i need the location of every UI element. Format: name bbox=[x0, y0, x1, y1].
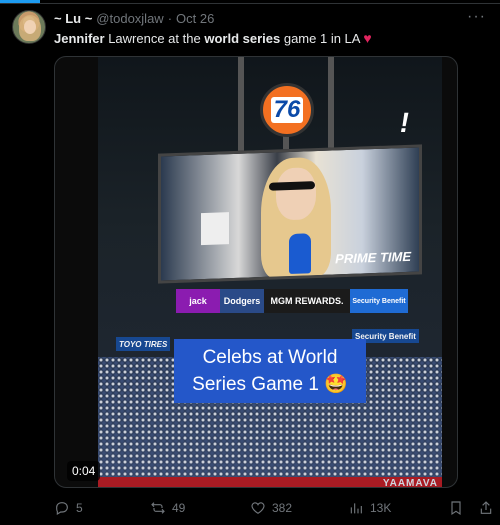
bookmark-icon bbox=[451, 501, 461, 516]
jumbotron: PRIME TIME bbox=[158, 144, 422, 284]
repost-button[interactable]: 49 bbox=[150, 500, 185, 516]
video-timer: 0:04 bbox=[67, 461, 101, 481]
reply-button[interactable]: 5 bbox=[54, 500, 83, 516]
text-bold-2: world series bbox=[204, 31, 281, 46]
logo-text: 76 bbox=[270, 97, 304, 123]
repost-icon bbox=[151, 502, 165, 514]
avatar[interactable] bbox=[12, 10, 46, 44]
cup-shape bbox=[201, 212, 229, 246]
exclamation-icon: ! bbox=[397, 107, 413, 138]
sunglasses-shape bbox=[269, 181, 315, 191]
text-part-1: Lawrence at the bbox=[108, 31, 201, 46]
ad-security-benefit: Security Benefit bbox=[350, 289, 408, 313]
tweet-text: Jennifer Lawrence at the world series ga… bbox=[54, 30, 372, 46]
action-bar: 5 49 382 13K bbox=[54, 500, 500, 518]
avatar-face bbox=[24, 20, 36, 34]
top-divider bbox=[0, 3, 500, 4]
bookmark-button[interactable] bbox=[448, 500, 464, 516]
ad-mgm: MGM REWARDS. bbox=[264, 289, 350, 313]
view-count: 13K bbox=[370, 501, 392, 515]
reply-icon bbox=[56, 502, 68, 516]
sign-toyo: TOYO TIRES bbox=[116, 337, 171, 351]
union76-logo: 76 bbox=[260, 83, 314, 137]
video-player[interactable]: 76 ! PRIME TIME jack Dodgers MGM REWARDS… bbox=[54, 56, 458, 488]
reply-count: 5 bbox=[76, 501, 83, 515]
ad-jack: jack bbox=[176, 289, 220, 313]
text-bold-1: Jennifer bbox=[54, 31, 105, 46]
microphone-shape bbox=[289, 233, 311, 275]
like-button[interactable]: 382 bbox=[250, 500, 292, 516]
overlay-title: Celebs at World Series Game 1 🤩 bbox=[174, 339, 366, 403]
more-options-icon[interactable]: ··· bbox=[467, 8, 486, 26]
video-frame[interactable]: 76 ! PRIME TIME jack Dodgers MGM REWARDS… bbox=[98, 57, 442, 488]
ad-dodgers: Dodgers bbox=[220, 289, 264, 313]
share-icon bbox=[480, 501, 492, 514]
ad-strip: jack Dodgers MGM REWARDS. Security Benef… bbox=[176, 289, 408, 313]
handle[interactable]: @todoxjlaw bbox=[96, 11, 163, 26]
views-button[interactable]: 13K bbox=[348, 500, 391, 516]
person-face bbox=[276, 167, 316, 221]
like-count: 382 bbox=[272, 501, 293, 515]
analytics-icon bbox=[350, 503, 362, 514]
tweet-header: ~ Lu ~ @todoxjlaw · Oct 26 bbox=[54, 11, 214, 26]
heart-icon bbox=[251, 502, 265, 515]
tweet-date[interactable]: Oct 26 bbox=[176, 11, 214, 26]
text-part-2: game 1 in LA bbox=[283, 31, 360, 46]
display-name[interactable]: ~ Lu ~ bbox=[54, 11, 92, 26]
share-button[interactable] bbox=[478, 500, 494, 516]
separator: · bbox=[167, 11, 173, 26]
sign-yaamava: YAAMAVA bbox=[382, 478, 438, 488]
repost-count: 49 bbox=[172, 501, 186, 515]
prime-time-logo: PRIME TIME bbox=[335, 248, 411, 267]
heart-emoji: ♥ bbox=[363, 30, 372, 46]
